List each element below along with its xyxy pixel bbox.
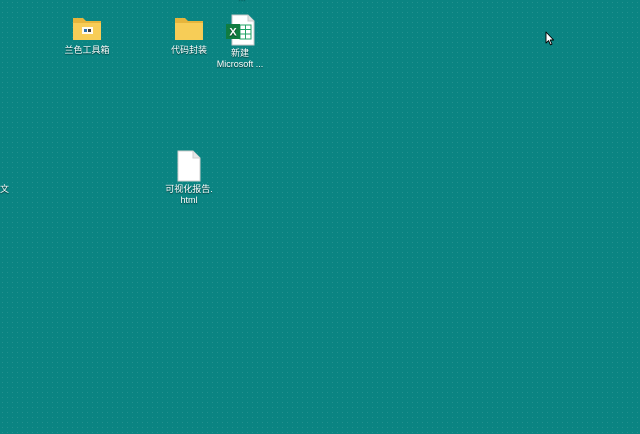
desktop-icon-label: 兰色工具箱 bbox=[64, 45, 110, 55]
desktop-icon-toolbox-folder[interactable]: 兰色工具箱 bbox=[55, 14, 119, 56]
partial-left-label-text: 文 bbox=[0, 184, 10, 194]
excel-file-icon: X bbox=[226, 14, 255, 46]
desktop-icon-label-line2: html bbox=[180, 195, 198, 205]
folder-with-shortcut-icon bbox=[73, 18, 101, 40]
desktop-icon-label-line2: Microsoft ... bbox=[216, 59, 264, 69]
mouse-pointer-icon bbox=[545, 31, 555, 46]
partial-top-label: ... bbox=[222, 0, 262, 3]
partial-left-label[interactable]: 文 bbox=[0, 184, 9, 195]
desktop-icon-label: 新建 Microsoft ... bbox=[208, 48, 272, 70]
folder-icon bbox=[175, 18, 203, 40]
blank-file-icon bbox=[177, 150, 201, 182]
desktop-icon-html-file[interactable]: 可视化报告. html bbox=[157, 150, 221, 206]
desktop-icon-excel-file[interactable]: X 新建 Microsoft ... bbox=[208, 14, 272, 70]
desktop-icon-label: 可视化报告. html bbox=[157, 184, 221, 206]
desktop-icon-label-line1: 可视化报告. bbox=[165, 184, 213, 194]
desktop[interactable]: ... 兰色工具箱 代码封装 X 新建 bbox=[0, 0, 640, 434]
desktop-icon-label-line1: 新建 bbox=[230, 48, 249, 58]
svg-text:X: X bbox=[229, 27, 237, 39]
